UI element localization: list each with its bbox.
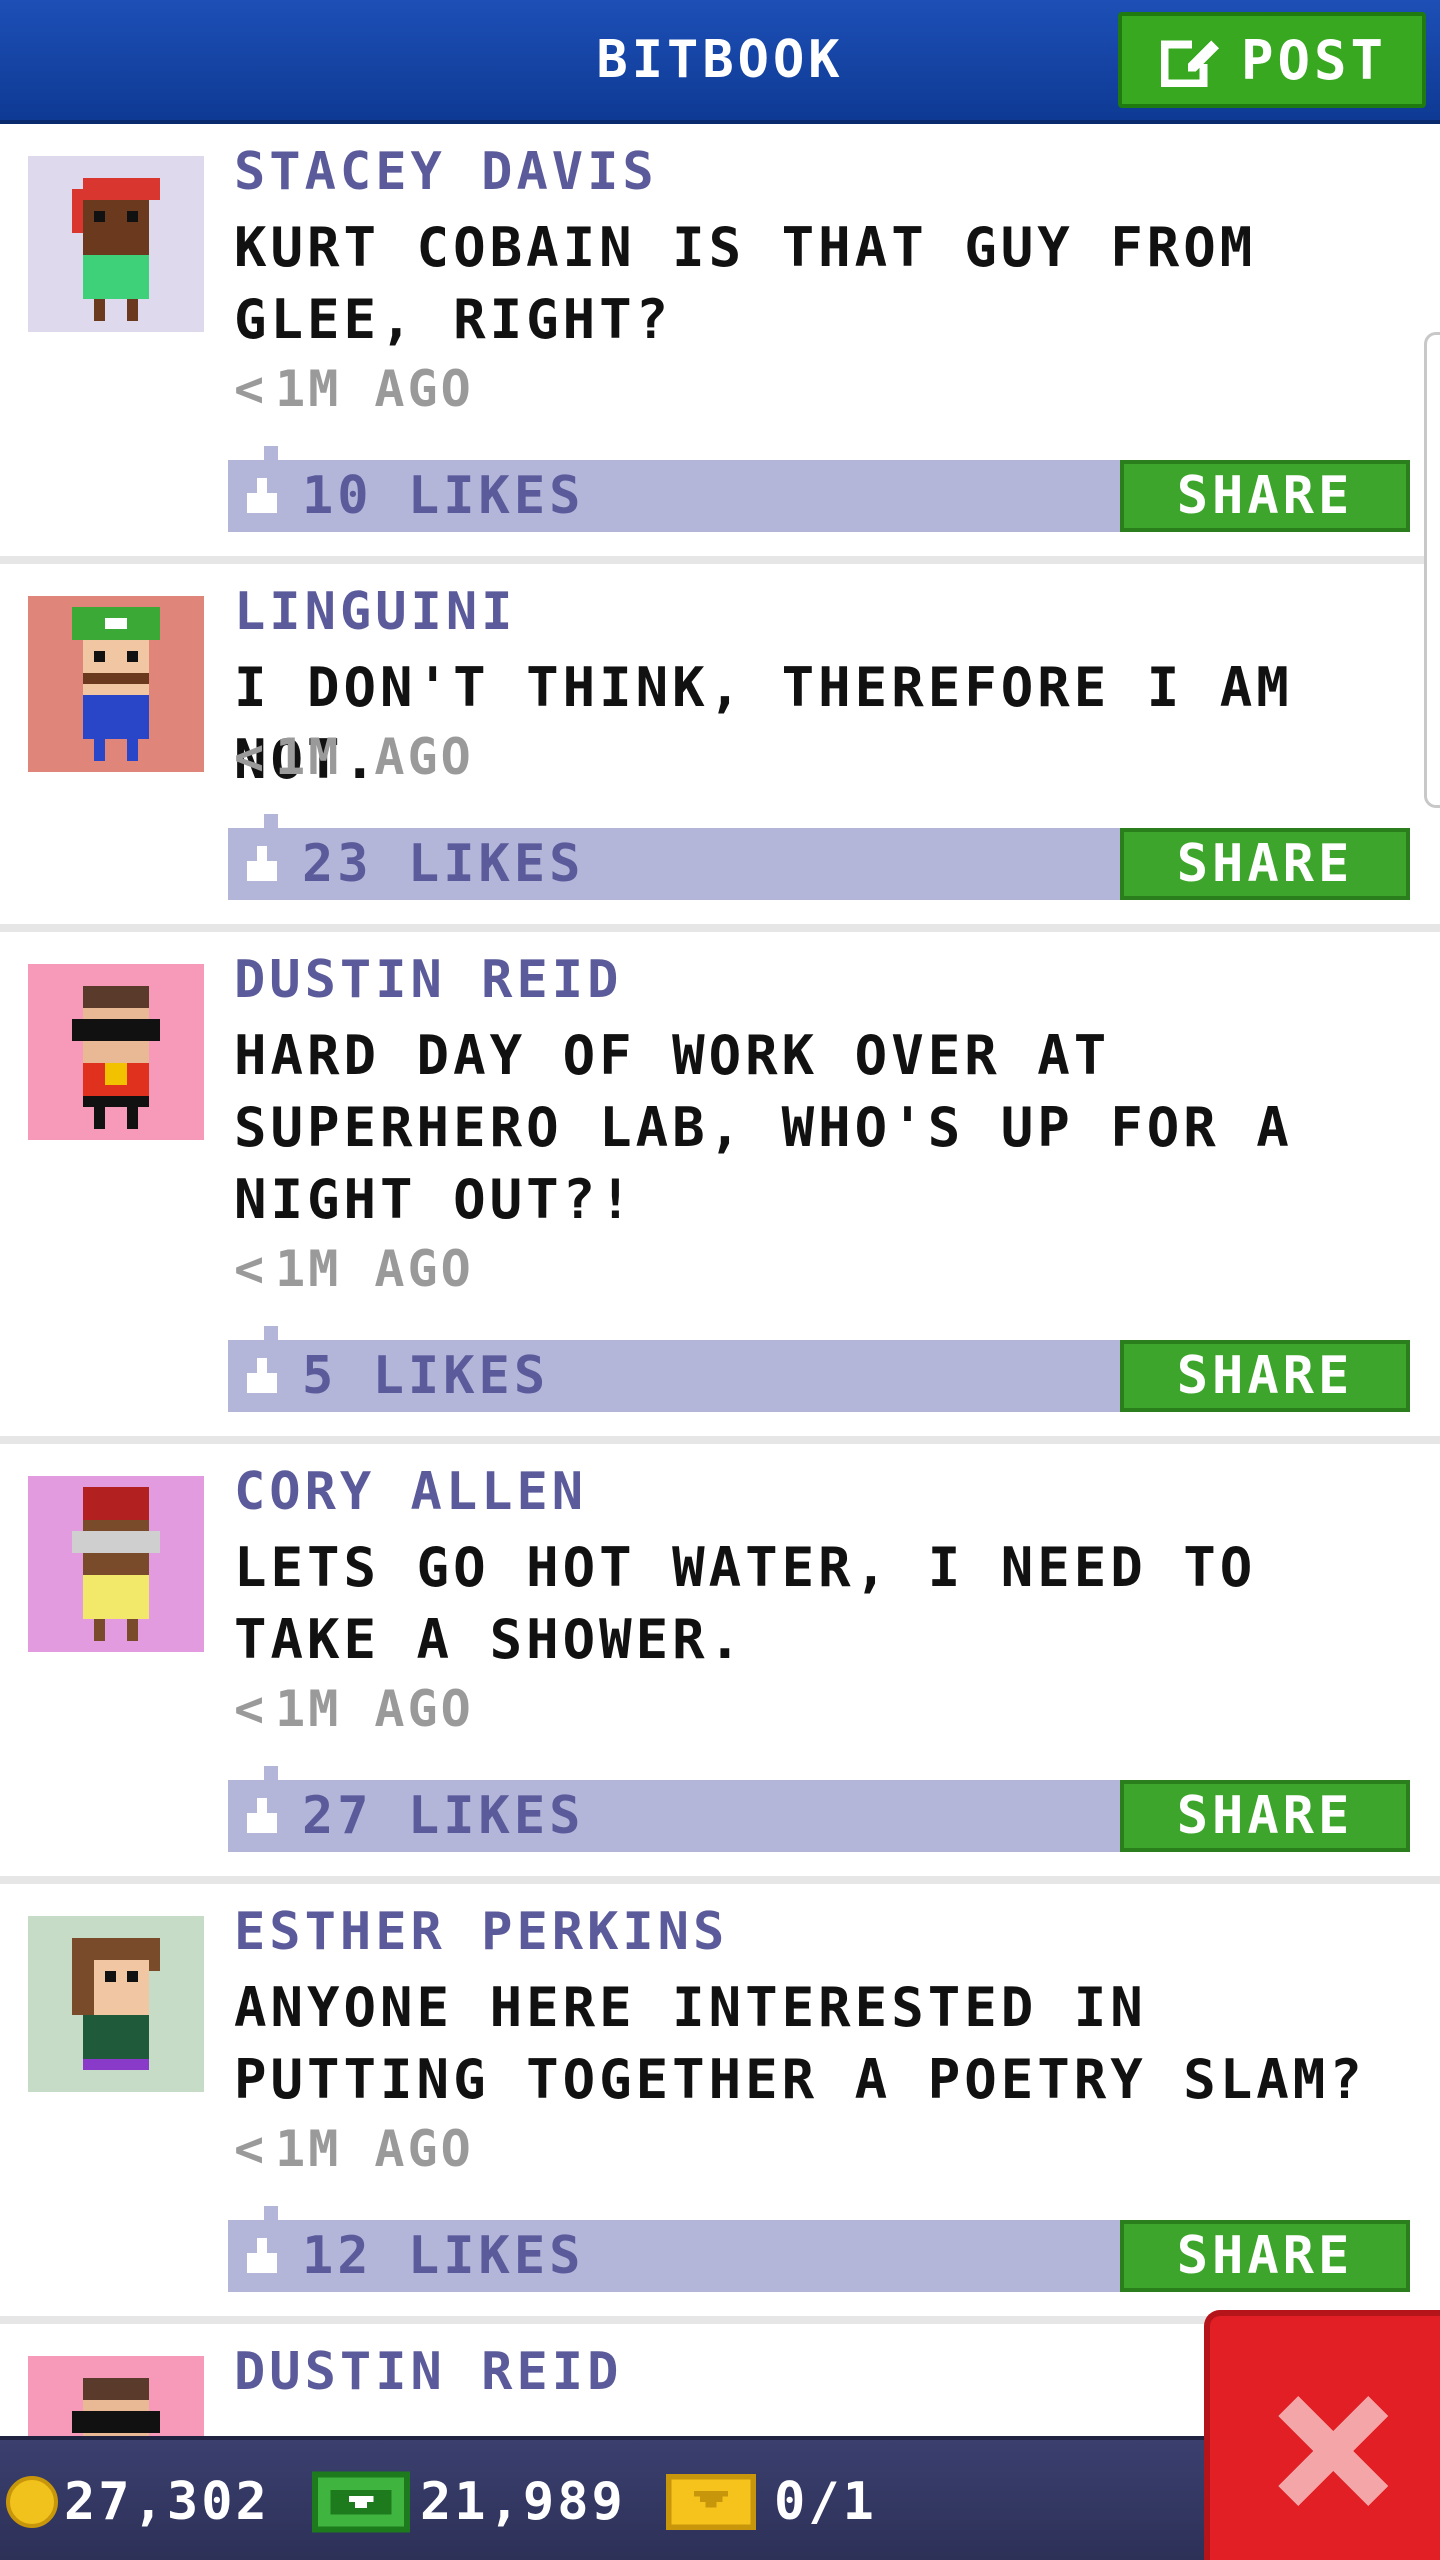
share-button[interactable]: SHARE bbox=[1120, 1780, 1410, 1852]
post-author[interactable]: ESTHER PERKINS bbox=[234, 1902, 728, 1962]
clock-icon: < bbox=[234, 1240, 268, 1298]
post-message: HARD DAY OF WORK OVER AT SUPERHERO LAB, … bbox=[234, 1024, 1293, 1231]
coins-stat: 27,302 bbox=[6, 2440, 270, 2560]
thumbs-up-icon bbox=[247, 478, 277, 513]
like-button[interactable]: 10 LIKES SHARE bbox=[228, 446, 1410, 532]
share-button[interactable]: SHARE bbox=[1120, 828, 1410, 900]
avatar-stacey-davis-icon bbox=[28, 156, 204, 332]
tickets-stat: 0/1 bbox=[666, 2440, 877, 2560]
ticket-icon bbox=[666, 2473, 756, 2531]
bux-stat: 21,989 bbox=[312, 2440, 626, 2560]
thumbs-up-icon bbox=[247, 1358, 277, 1393]
post-divider bbox=[0, 1436, 1440, 1444]
post-author[interactable]: DUSTIN REID bbox=[234, 950, 622, 1010]
clock-icon: < bbox=[234, 2120, 268, 2178]
post-time: <1M AGO bbox=[234, 360, 474, 418]
clock-icon: < bbox=[234, 1680, 268, 1738]
bux-value: 21,989 bbox=[420, 2472, 626, 2532]
like-button[interactable]: 12 LIKES SHARE bbox=[228, 2206, 1410, 2292]
thumbs-up-icon bbox=[247, 2238, 277, 2273]
avatar[interactable] bbox=[28, 1476, 204, 1652]
likes-count: 23 LIKES bbox=[302, 834, 585, 894]
post-time: <1M AGO bbox=[234, 1680, 474, 1738]
edit-icon bbox=[1160, 40, 1219, 88]
like-button[interactable]: 27 LIKES SHARE bbox=[228, 1766, 1410, 1852]
close-button[interactable] bbox=[1204, 2310, 1440, 2560]
cash-icon bbox=[312, 2471, 410, 2533]
post-button-label: POST bbox=[1240, 28, 1388, 92]
scrollbar[interactable] bbox=[1424, 332, 1440, 808]
post-author[interactable]: LINGUINI bbox=[234, 582, 516, 642]
coins-value: 27,302 bbox=[64, 2472, 270, 2532]
avatar-esther-perkins-icon bbox=[28, 1916, 204, 2092]
post-author[interactable]: CORY ALLEN bbox=[234, 1462, 587, 1522]
clock-icon: < bbox=[234, 360, 268, 418]
post-time: <1M AGO bbox=[234, 1240, 474, 1298]
avatar-dustin-reid-icon bbox=[28, 964, 204, 1140]
tickets-value: 0/1 bbox=[774, 2472, 877, 2532]
post-divider bbox=[0, 556, 1440, 564]
close-icon bbox=[1278, 2396, 1388, 2506]
avatar[interactable] bbox=[28, 156, 204, 332]
post-message: KURT COBAIN IS THAT GUY FROM GLEE, RIGHT… bbox=[234, 216, 1257, 351]
thumbs-up-icon bbox=[247, 846, 277, 881]
like-button[interactable]: 5 LIKES SHARE bbox=[228, 1326, 1410, 1412]
share-button[interactable]: SHARE bbox=[1120, 460, 1410, 532]
post-author[interactable]: STACEY DAVIS bbox=[234, 142, 658, 202]
post-divider bbox=[0, 1876, 1440, 1884]
app-header: BITBOOK POST bbox=[0, 0, 1440, 124]
likes-count: 5 LIKES bbox=[302, 1346, 550, 1406]
post-button[interactable]: POST bbox=[1118, 12, 1426, 108]
post-divider bbox=[0, 924, 1440, 932]
likes-count: 10 LIKES bbox=[302, 466, 585, 526]
post-message: LETS GO HOT WATER, I NEED TO TAKE A SHOW… bbox=[234, 1536, 1257, 1671]
share-button[interactable]: SHARE bbox=[1120, 2220, 1410, 2292]
like-button[interactable]: 23 LIKES SHARE bbox=[228, 814, 1410, 900]
avatar-cory-allen-icon bbox=[28, 1476, 204, 1652]
coin-icon bbox=[6, 2476, 58, 2528]
avatar-linguini-icon bbox=[28, 596, 204, 772]
likes-count: 12 LIKES bbox=[302, 2226, 585, 2286]
avatar[interactable] bbox=[28, 1916, 204, 2092]
post-time: <1M AGO bbox=[234, 728, 474, 786]
avatar[interactable] bbox=[28, 964, 204, 1140]
post-author[interactable]: DUSTIN REID bbox=[234, 2342, 622, 2402]
share-button[interactable]: SHARE bbox=[1120, 1340, 1410, 1412]
thumbs-up-icon bbox=[247, 1798, 277, 1833]
likes-count: 27 LIKES bbox=[302, 1786, 585, 1846]
clock-icon: < bbox=[234, 728, 268, 786]
avatar[interactable] bbox=[28, 596, 204, 772]
post-message: ANYONE HERE INTERESTED IN PUTTING TOGETH… bbox=[234, 1976, 1366, 2111]
post-time: <1M AGO bbox=[234, 2120, 474, 2178]
